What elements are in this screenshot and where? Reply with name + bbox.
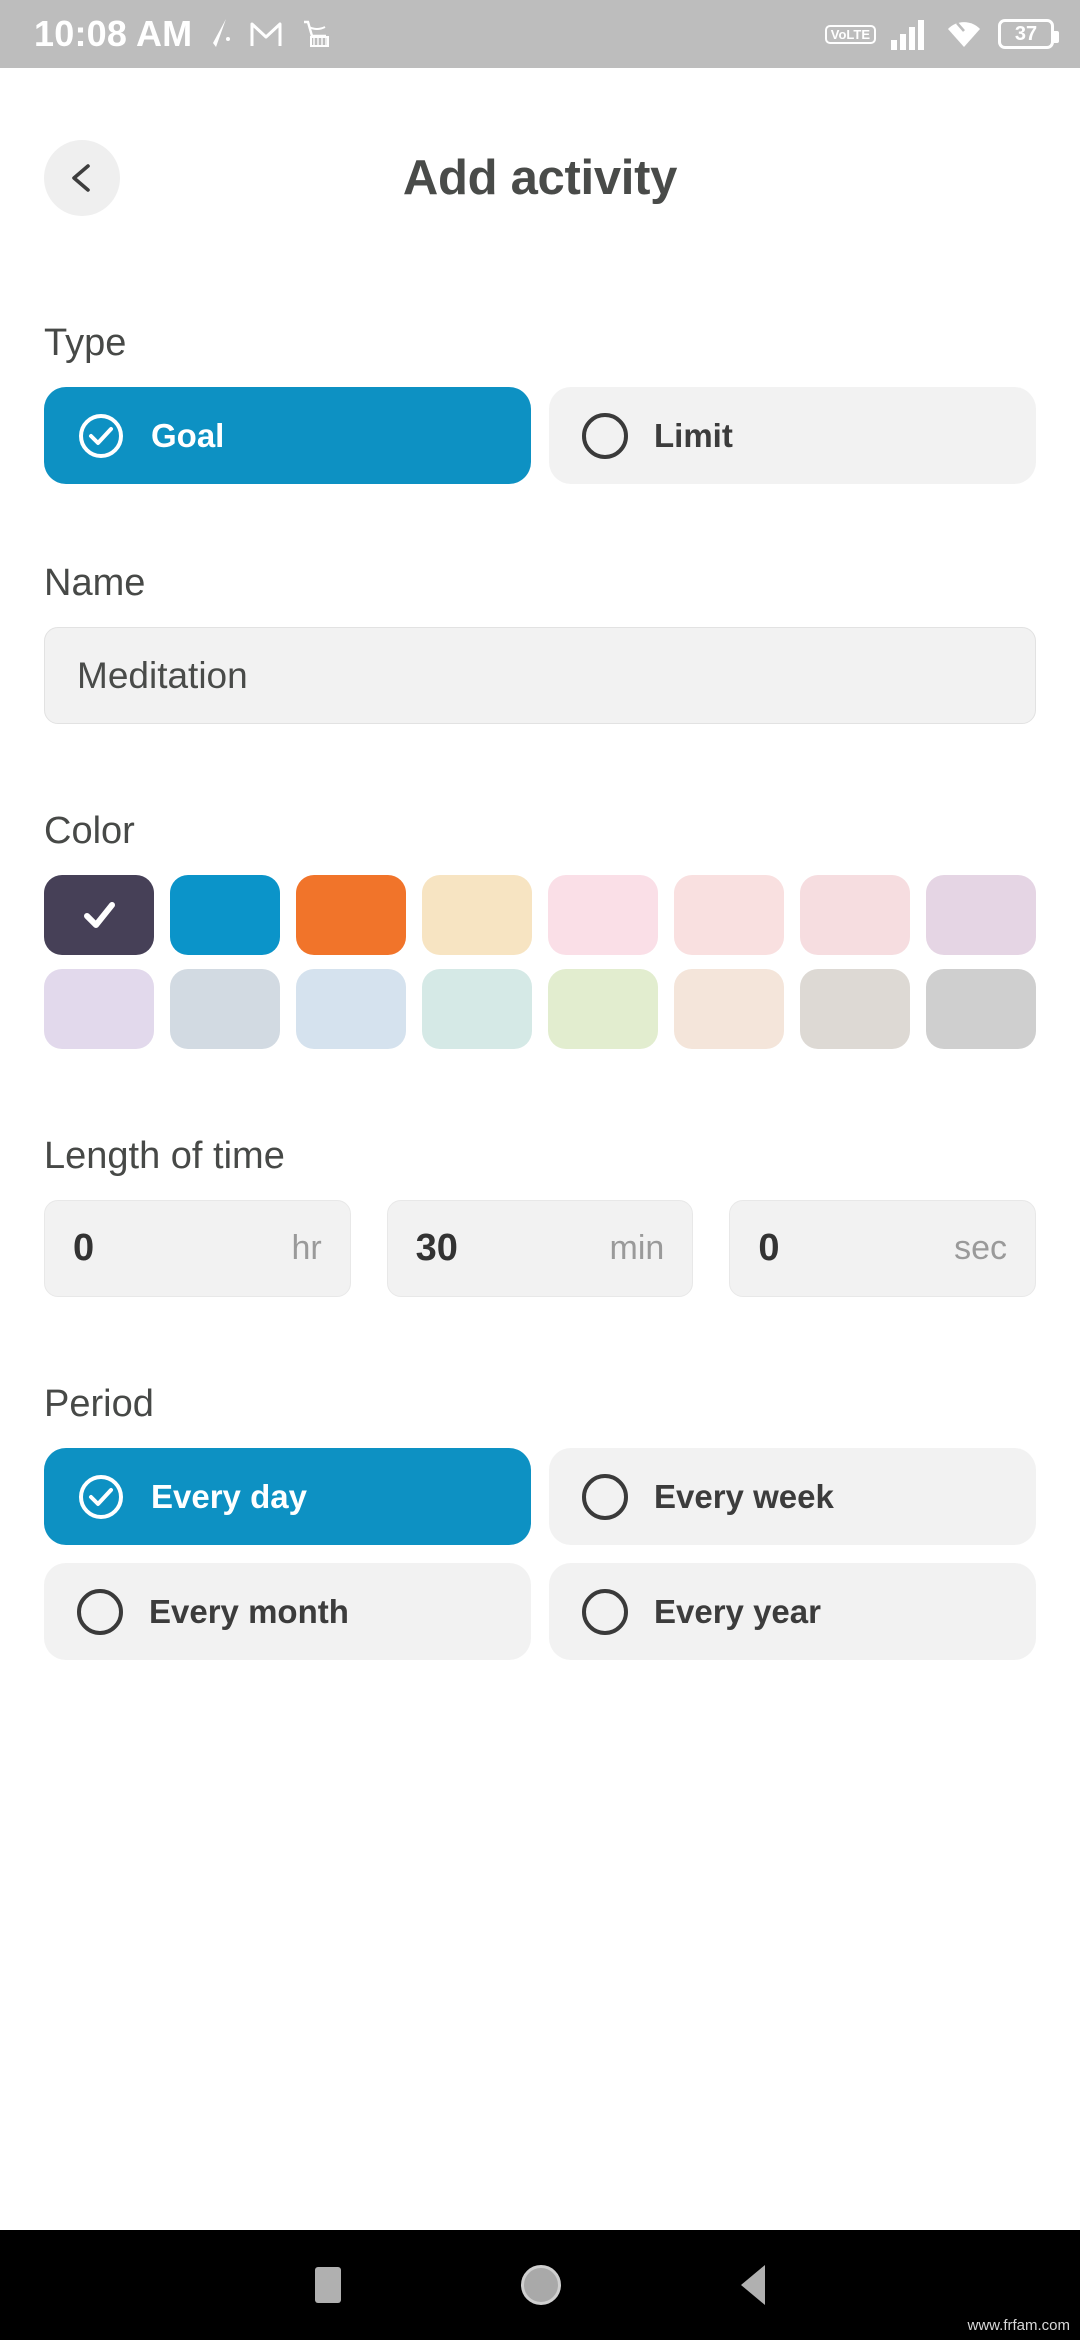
- home-button[interactable]: [521, 2265, 561, 2305]
- color-swatch[interactable]: [548, 969, 658, 1049]
- status-bar: 10:08 AM Vo LTE 37: [0, 0, 1080, 68]
- color-section-label: Color: [44, 810, 135, 852]
- type-option-limit-label: Limit: [654, 416, 733, 454]
- check-circle-icon: [77, 412, 125, 460]
- length-of-time-label: Length of time: [44, 1135, 285, 1177]
- type-option-limit[interactable]: Limit: [549, 387, 1036, 484]
- seconds-field[interactable]: 0 sec: [729, 1200, 1037, 1297]
- minutes-unit-label: min: [609, 1229, 665, 1267]
- color-swatch[interactable]: [422, 969, 532, 1049]
- period-section-label: Period: [44, 1383, 154, 1425]
- volte-bottom-label: LTE: [846, 26, 870, 42]
- seconds-value: 0: [758, 1227, 780, 1269]
- color-swatch[interactable]: [170, 969, 280, 1049]
- gmail-icon: [250, 20, 282, 48]
- watermark: www.frfam.com: [967, 2317, 1070, 2334]
- type-section-label: Type: [44, 322, 127, 364]
- volte-top-label: Vo: [830, 26, 847, 42]
- circle-outline-icon: [582, 412, 628, 459]
- color-swatch[interactable]: [926, 969, 1036, 1049]
- color-swatch[interactable]: [674, 969, 784, 1049]
- type-option-goal-label: Goal: [151, 416, 225, 454]
- hours-value: 0: [73, 1227, 95, 1269]
- period-option-every-day-label: Every day: [151, 1477, 307, 1515]
- back-button[interactable]: [44, 140, 120, 216]
- battery-level-label: 37: [1014, 22, 1038, 45]
- minutes-field[interactable]: 30 min: [386, 1200, 694, 1297]
- period-option-every-year-label: Every year: [654, 1592, 821, 1630]
- type-section: Type Goal Limit: [44, 322, 1036, 484]
- color-swatch[interactable]: [548, 875, 658, 955]
- app-screen: 10:08 AM Vo LTE 37 Add activity Type Goa…: [0, 0, 1080, 2340]
- period-option-every-month-label: Every month: [149, 1592, 349, 1630]
- status-bar-left: 10:08 AM: [34, 13, 332, 55]
- wifi-icon: [944, 18, 984, 50]
- status-bar-right: Vo LTE 37: [824, 18, 1059, 50]
- seconds-unit-label: sec: [954, 1229, 1008, 1267]
- pen-slash-icon: [210, 17, 232, 51]
- hours-field[interactable]: 0 hr: [44, 1200, 351, 1297]
- color-swatch-row: [44, 969, 1036, 1049]
- circle-outline-icon: [582, 1588, 628, 1635]
- period-option-every-week-label: Every week: [654, 1477, 834, 1515]
- color-swatch[interactable]: [800, 969, 910, 1049]
- android-navigation-bar: www.frfam.com: [0, 2230, 1080, 2340]
- recents-button[interactable]: [315, 2267, 341, 2303]
- minutes-value: 30: [415, 1227, 458, 1269]
- name-section-label: Name: [44, 562, 146, 604]
- period-option-every-day[interactable]: Every day: [44, 1448, 531, 1545]
- amazon-cart-icon: [300, 18, 332, 50]
- period-section: Period Every day Every week Every month …: [44, 1383, 1036, 1660]
- type-options: Goal Limit: [44, 387, 1036, 484]
- period-option-every-month[interactable]: Every month: [44, 1563, 531, 1660]
- hours-unit-label: hr: [291, 1229, 322, 1267]
- arrow-left-icon: [62, 158, 102, 198]
- color-swatch[interactable]: [170, 875, 280, 955]
- color-swatch[interactable]: [926, 875, 1036, 955]
- color-swatch[interactable]: [296, 875, 406, 955]
- status-bar-clock: 10:08 AM: [34, 13, 193, 54]
- name-input[interactable]: [44, 627, 1036, 724]
- color-swatch[interactable]: [44, 875, 154, 955]
- app-header: Add activity: [0, 68, 1080, 244]
- page-title: Add activity: [402, 151, 678, 205]
- volte-icon: Vo LTE: [824, 24, 876, 44]
- check-icon: [77, 893, 121, 937]
- check-circle-icon: [77, 1473, 125, 1521]
- period-options-row-1: Every day Every week: [44, 1448, 1036, 1545]
- signal-bars-icon: [890, 18, 930, 50]
- type-option-goal[interactable]: Goal: [44, 387, 531, 484]
- circle-outline-icon: [582, 1473, 628, 1520]
- form-content: Type Goal Limit Name Meditation Color Le…: [0, 244, 1080, 2230]
- period-option-every-year[interactable]: Every year: [549, 1563, 1036, 1660]
- color-swatch[interactable]: [800, 875, 910, 955]
- period-options-row-2: Every month Every year: [44, 1563, 1036, 1660]
- color-swatch[interactable]: [296, 969, 406, 1049]
- color-swatch-grid: [44, 875, 1036, 1049]
- color-swatch[interactable]: [674, 875, 784, 955]
- color-swatch[interactable]: [422, 875, 532, 955]
- color-swatch-row: [44, 875, 1036, 955]
- color-section: Color: [44, 810, 1036, 1049]
- battery-icon: 37: [998, 19, 1059, 49]
- length-of-time-fields: 0 hr 30 min 0 sec: [44, 1200, 1037, 1297]
- name-section: Name: [44, 562, 1036, 724]
- circle-outline-icon: [77, 1588, 123, 1635]
- period-option-every-week[interactable]: Every week: [549, 1448, 1036, 1545]
- color-swatch[interactable]: [44, 969, 154, 1049]
- length-of-time-section: Length of time 0 hr 30 min 0 sec: [44, 1135, 1037, 1297]
- back-nav-button[interactable]: [741, 2265, 765, 2305]
